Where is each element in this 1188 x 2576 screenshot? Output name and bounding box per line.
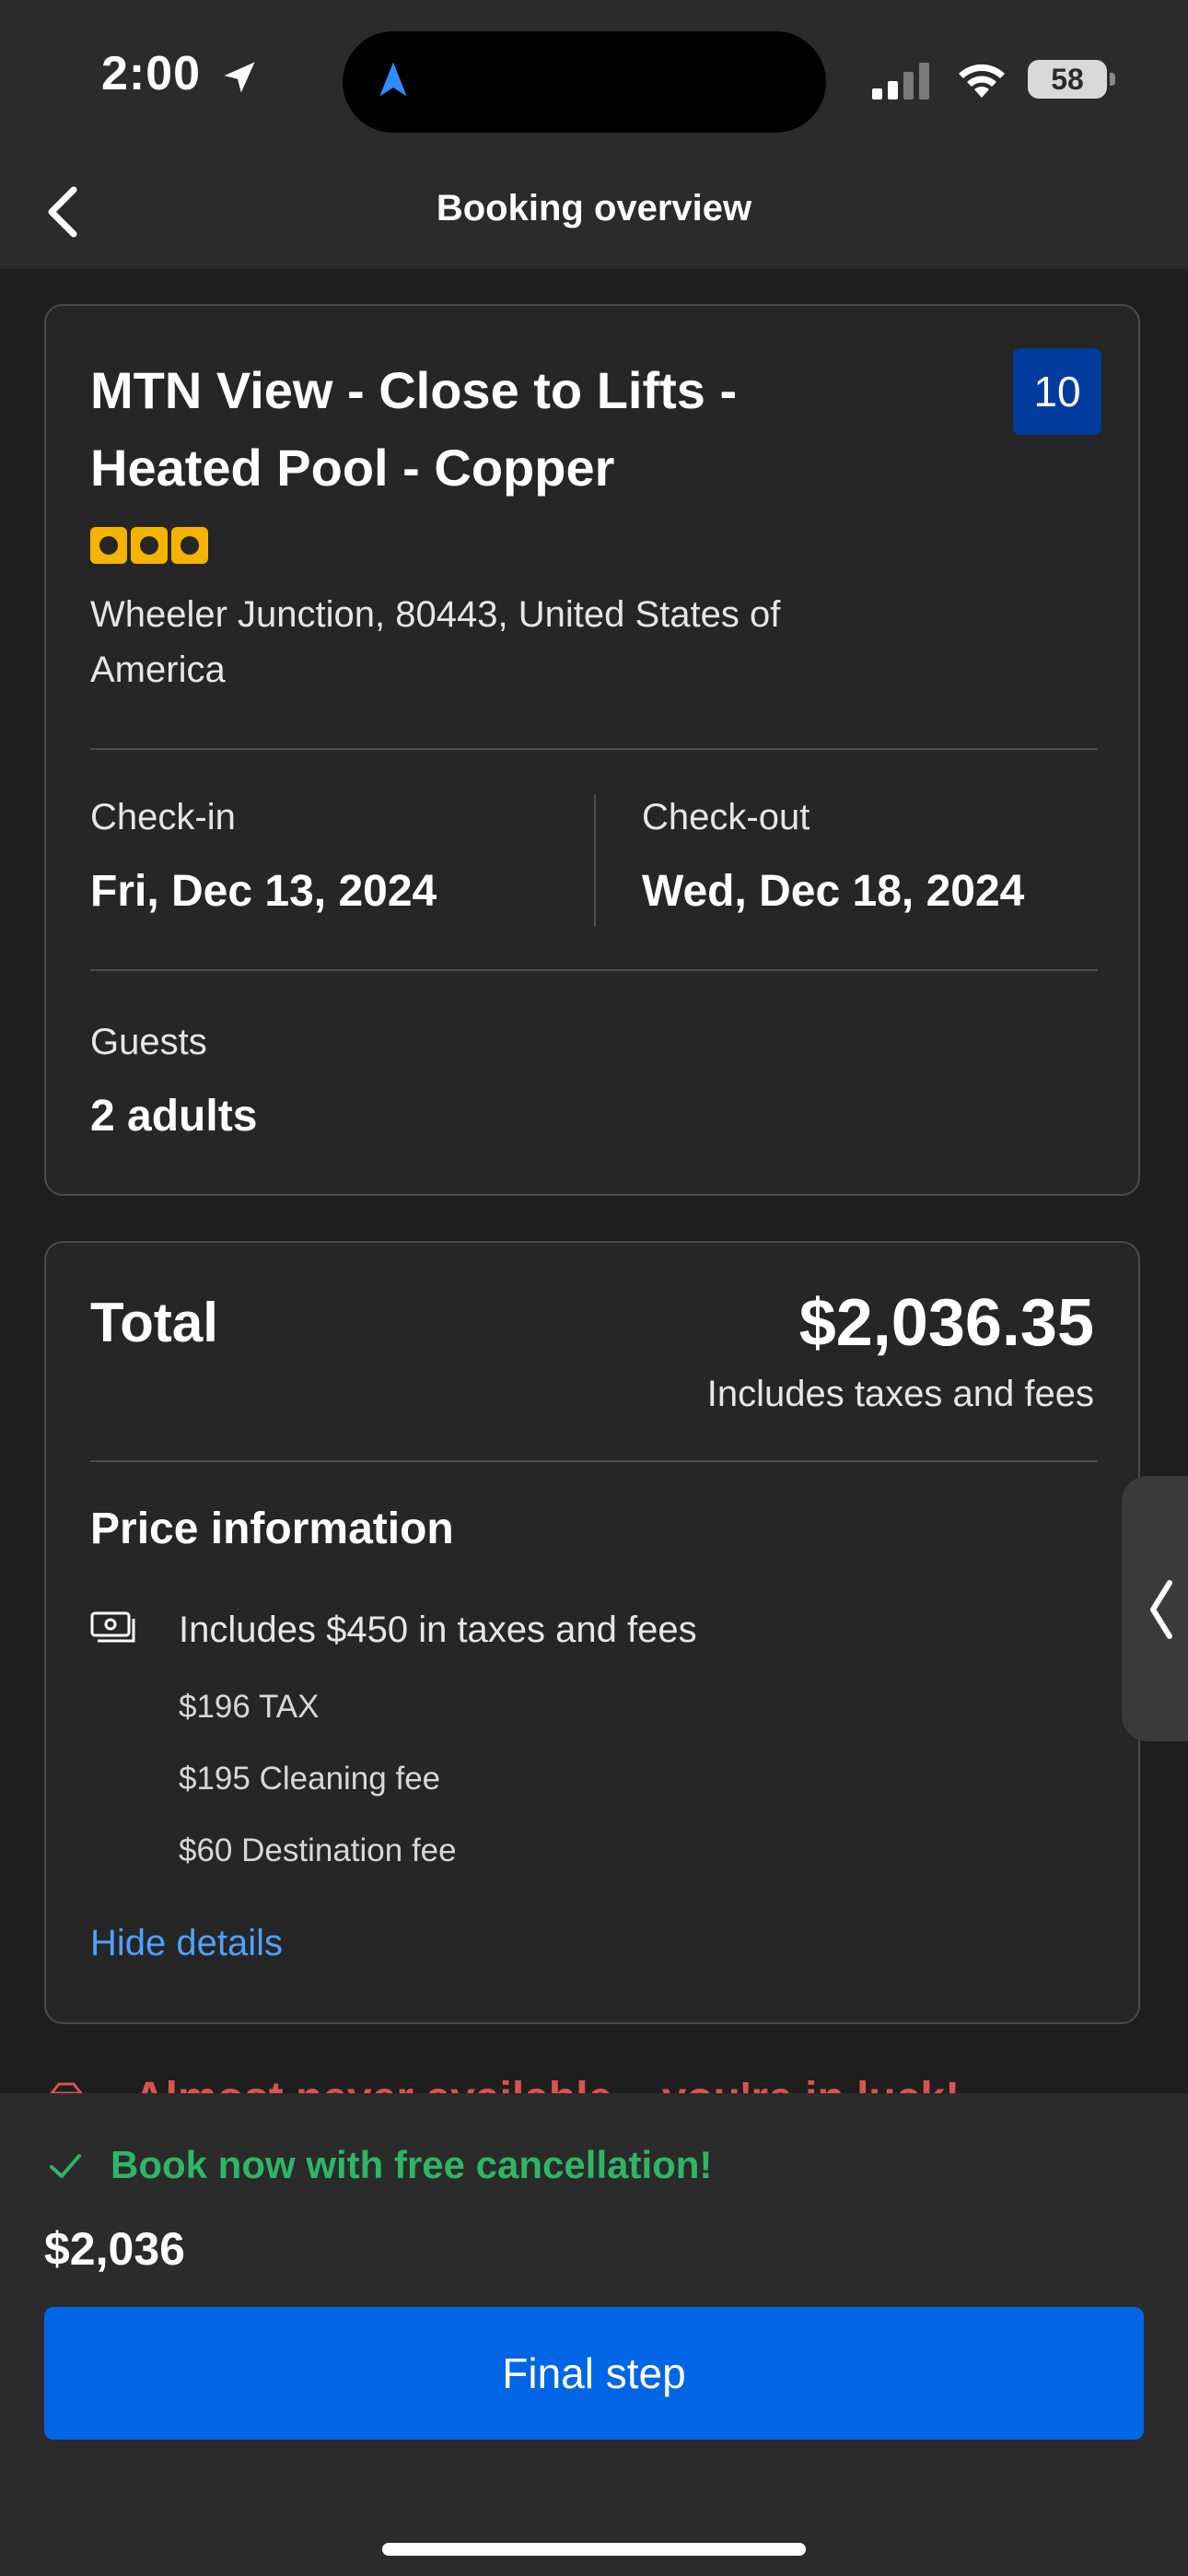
fee-line: $196 TAX (179, 1689, 320, 1725)
location-arrow-icon (224, 62, 255, 93)
fee-line: $60 Destination fee (179, 1832, 457, 1868)
home-indicator (382, 2543, 806, 2556)
navigation-arrow-icon (379, 62, 407, 97)
checkout-date: Wed, Dec 18, 2024 (642, 867, 1025, 916)
status-bar: 2:00 58 (0, 0, 1188, 157)
total-note: Includes taxes and fees (706, 1374, 1094, 1414)
rating-badge: 10 (1013, 348, 1101, 435)
battery-indicator: 58 (1028, 60, 1107, 99)
price-info-title: Price information (90, 1505, 454, 1553)
total-amount: $2,036.35 (798, 1286, 1094, 1360)
side-panel-handle[interactable] (1122, 1476, 1188, 1741)
status-time: 2:00 (101, 47, 202, 100)
vertical-divider (594, 794, 596, 927)
hide-details-link[interactable]: Hide details (90, 1923, 283, 1964)
dynamic-island (343, 31, 826, 133)
fee-line: $195 Cleaning fee (179, 1761, 441, 1797)
chevron-left-icon (1150, 1580, 1172, 1639)
free-cancellation-text: Book now with free cancellation! (111, 2143, 713, 2186)
battery-nub (1110, 73, 1115, 86)
top-nav-bar: Booking overview (0, 157, 1188, 269)
star-icon (171, 527, 208, 564)
star-rating (90, 527, 212, 568)
checkin-date: Fri, Dec 13, 2024 (90, 867, 437, 916)
guests-label: Guests (90, 1022, 207, 1062)
booking-content: MTN View - Close to Lifts - Heated Pool … (0, 269, 1188, 2093)
cellular-signal-icon (872, 63, 929, 100)
divider (90, 1460, 1098, 1462)
divider (90, 969, 1098, 971)
price-card: Total $2,036.35 Includes taxes and fees … (44, 1241, 1140, 2024)
divider (90, 748, 1098, 750)
checkin-label: Check-in (90, 797, 236, 837)
star-icon (90, 527, 127, 564)
guests-value: 2 adults (90, 1092, 258, 1141)
page-title: Booking overview (436, 188, 752, 228)
property-summary-card: MTN View - Close to Lifts - Heated Pool … (44, 304, 1140, 1196)
footer-price: $2,036 (44, 2223, 185, 2275)
property-name: MTN View - Close to Lifts - Heated Pool … (90, 361, 738, 497)
booking-footer: Book now with free cancellation! $2,036 … (0, 2093, 1188, 2576)
wifi-icon (959, 64, 1005, 98)
tax-summary: Includes $450 in taxes and fees (179, 1610, 697, 1650)
money-bill-icon (90, 1611, 135, 1643)
final-step-button[interactable]: Final step (44, 2307, 1144, 2440)
checkmark-icon (50, 2154, 81, 2178)
property-address: Wheeler Junction, 80443, United States o… (90, 594, 781, 690)
total-label: Total (90, 1292, 218, 1353)
star-icon (131, 527, 168, 564)
checkout-label: Check-out (642, 797, 810, 837)
